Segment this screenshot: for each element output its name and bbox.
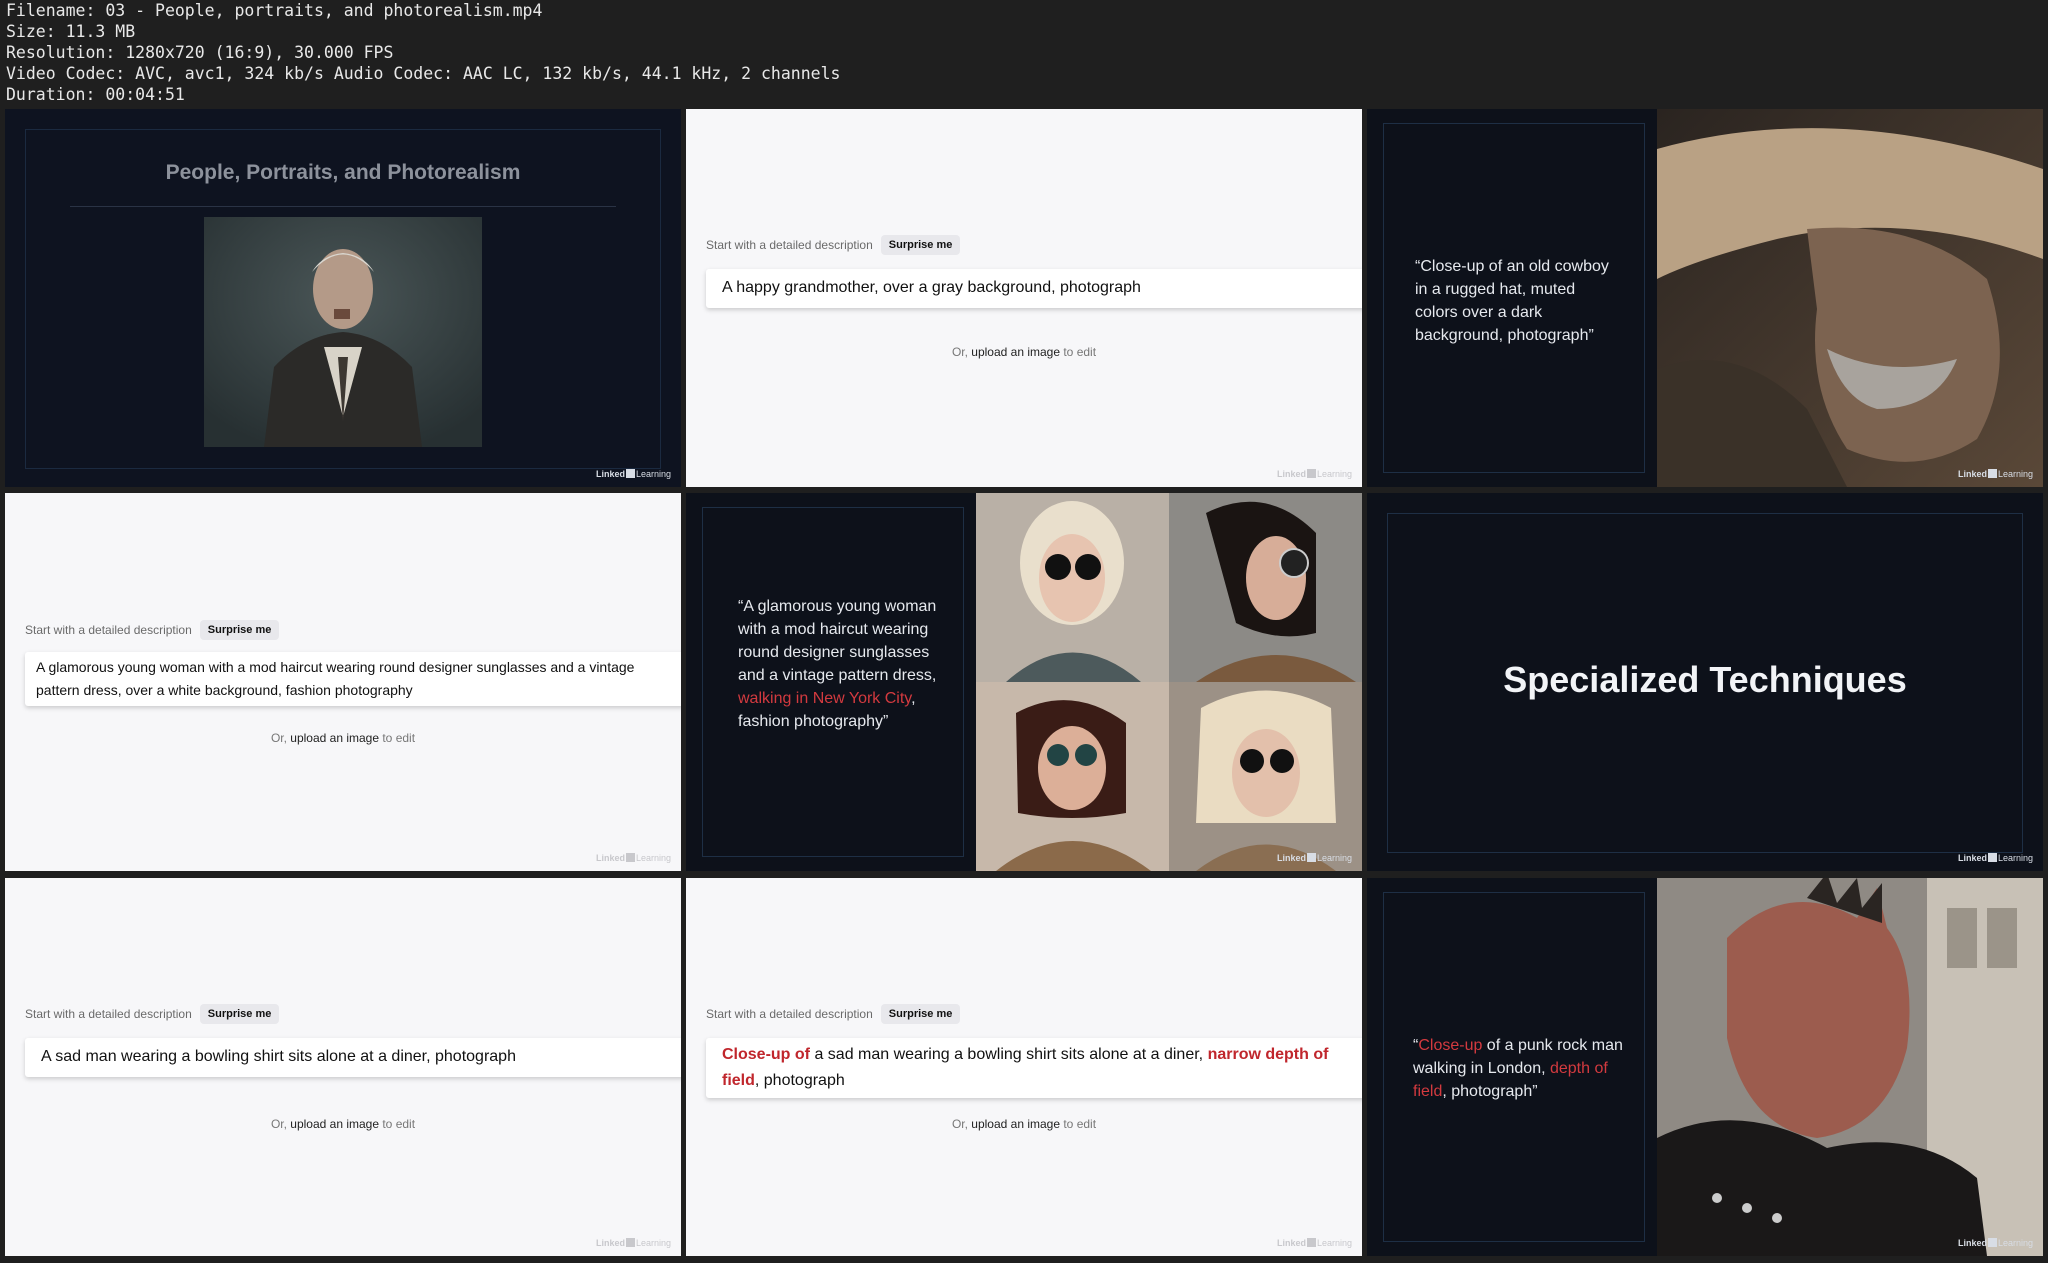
surprise-me-button[interactable]: Surprise me (199, 1004, 280, 1024)
quote-text: “Close-up of an old cowboy in a rugged h… (1415, 258, 1609, 344)
codec-text: Video Codec: AVC, avc1, 324 kb/s Audio C… (6, 64, 841, 83)
linkedin-learning-watermark: Linked Learning (1957, 853, 2033, 863)
prompt-text: A glamorous young woman with a mod hairc… (36, 659, 635, 698)
resolution-text: Resolution: 1280x720 (16:9), 30.000 FPS (6, 43, 394, 62)
slide-title: People, Portraits, and Photorealism (165, 161, 521, 184)
linkedin-learning-watermark: Linked Learning (1957, 469, 2033, 479)
linkedin-learning-watermark: Linked Learning (1276, 1238, 1352, 1248)
prompt-header: Start with a detailed description Surpri… (706, 1004, 961, 1024)
quote-text: “Close-up of a punk rock man walking in … (1413, 1037, 1623, 1100)
filename-text: Filename: 03 - People, portraits, and ph… (6, 1, 543, 20)
start-description-label: Start with a detailed description (706, 1007, 873, 1021)
thumbnail-glamorous-slide[interactable]: “A glamorous young woman with a mod hair… (686, 493, 1362, 871)
upload-image-link[interactable]: upload an image (290, 731, 379, 745)
title-divider (70, 206, 616, 207)
linkedin-learning-watermark: Linked Learning (595, 1238, 671, 1248)
punk-rock-man-image (1657, 878, 2043, 1256)
upload-line: Or, upload an image to edit (270, 1117, 416, 1131)
upload-line: Or, upload an image to edit (951, 345, 1097, 359)
start-description-label: Start with a detailed description (25, 1007, 192, 1021)
quote-text: “A glamorous young woman with a mod hair… (738, 598, 937, 730)
thumbnail-title-slide[interactable]: People, Portraits, and Photorealism Link… (5, 109, 681, 487)
prompt-header: Start with a detailed description Surpri… (706, 235, 961, 255)
prompt-input[interactable]: Close-up of a sad man wearing a bowling … (706, 1038, 1362, 1098)
thumbnail-prompt-glamorous[interactable]: Start with a detailed description Surpri… (5, 493, 681, 871)
linkedin-learning-watermark: Linked Learning (1276, 469, 1352, 479)
file-info-header: Filename: 03 - People, portraits, and ph… (6, 0, 2036, 106)
prompt-input[interactable]: A glamorous young woman with a mod hairc… (25, 652, 681, 706)
thumbnail-prompt-sad-man[interactable]: Start with a detailed description Surpri… (5, 878, 681, 1256)
linkedin-learning-watermark: Linked Learning (1957, 1238, 2033, 1248)
old-cowboy-image (1657, 109, 2043, 487)
surprise-me-button[interactable]: Surprise me (880, 235, 961, 255)
upload-line: Or, upload an image to edit (270, 731, 416, 745)
upload-image-link[interactable]: upload an image (290, 1117, 379, 1131)
linkedin-learning-watermark: Linked Learning (1276, 853, 1352, 863)
thumbnail-specialized-slide[interactable]: Specialized Techniques Linked Learning (1367, 493, 2043, 871)
start-description-label: Start with a detailed description (706, 238, 873, 252)
prompt-input[interactable]: A sad man wearing a bowling shirt sits a… (25, 1038, 681, 1077)
upload-image-link[interactable]: upload an image (971, 1117, 1060, 1131)
linkedin-learning-watermark: Linked Learning (595, 853, 671, 863)
prompt-input[interactable]: A happy grandmother, over a gray backgro… (706, 269, 1362, 308)
surprise-me-button[interactable]: Surprise me (880, 1004, 961, 1024)
prompt-text: A sad man wearing a bowling shirt sits a… (41, 1048, 516, 1065)
thumbnail-cowboy-slide[interactable]: “Close-up of an old cowboy in a rugged h… (1367, 109, 2043, 487)
old-man-portrait-image (204, 217, 482, 447)
prompt-text: A happy grandmother, over a gray backgro… (722, 279, 1141, 296)
prompt-header: Start with a detailed description Surpri… (25, 1004, 280, 1024)
fashion-women-image-grid (976, 493, 1362, 871)
linkedin-learning-watermark: Linked Learning (595, 469, 671, 479)
prompt-header: Start with a detailed description Surpri… (25, 620, 280, 640)
section-title: Specialized Techniques (1503, 659, 1907, 700)
duration-text: Duration: 00:04:51 (6, 85, 185, 104)
upload-image-link[interactable]: upload an image (971, 345, 1060, 359)
thumbnail-punk-slide[interactable]: “Close-up of a punk rock man walking in … (1367, 878, 2043, 1256)
size-text: Size: 11.3 MB (6, 22, 136, 41)
thumbnail-prompt-closeup[interactable]: Start with a detailed description Surpri… (686, 878, 1362, 1256)
start-description-label: Start with a detailed description (25, 623, 192, 637)
surprise-me-button[interactable]: Surprise me (199, 620, 280, 640)
upload-line: Or, upload an image to edit (951, 1117, 1097, 1131)
thumbnail-prompt-grandmother[interactable]: Start with a detailed description Surpri… (686, 109, 1362, 487)
prompt-text: Close-up of a sad man wearing a bowling … (722, 1046, 1329, 1089)
